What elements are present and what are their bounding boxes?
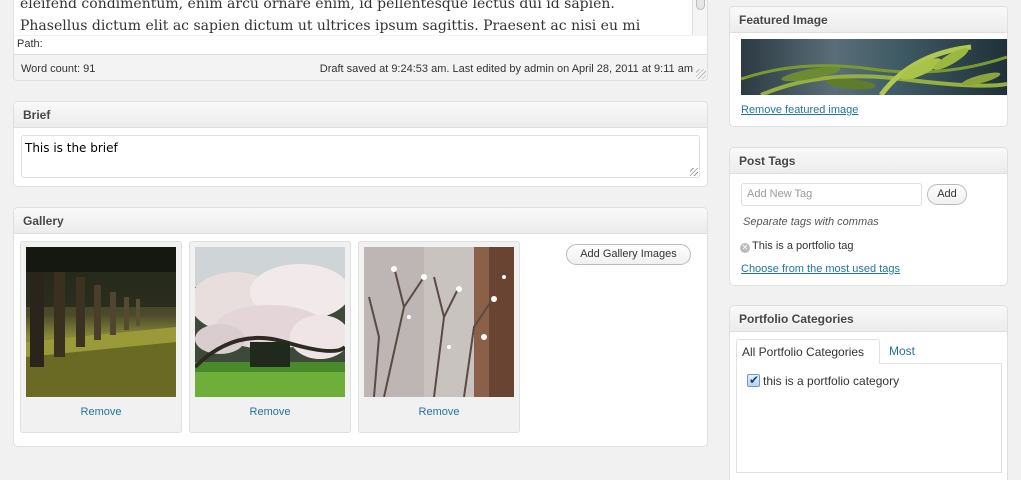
- choose-most-used-tags-link[interactable]: Choose from the most used tags: [741, 263, 900, 275]
- remove-gallery-image-link[interactable]: Remove: [190, 406, 350, 418]
- draft-saved-status: Draft saved at 9:24:53 am. Last edited b…: [319, 63, 693, 75]
- gallery-box: Gallery Remove Remove Remove Add Gallery…: [13, 207, 708, 447]
- post-tags-title[interactable]: Post Tags: [730, 148, 1007, 174]
- editor-text-line: eleifend condimentum, enim arcu ornare e…: [20, 0, 615, 12]
- remove-gallery-image-link[interactable]: Remove: [21, 406, 181, 418]
- brief-title[interactable]: Brief: [14, 102, 707, 128]
- category-item: this is a portfolio category: [747, 372, 899, 389]
- editor-scrollbar[interactable]: [692, 0, 707, 35]
- brief-box: Brief This is the brief: [13, 101, 708, 187]
- textarea-resize-handle[interactable]: [690, 168, 698, 176]
- gallery-item: Remove: [20, 241, 182, 433]
- editor-text-line: Phasellus dictum elit ac sapien dictum u…: [20, 18, 641, 34]
- featured-image-box: Featured Image Remove featured image: [729, 6, 1008, 127]
- tree-lined-path-photo: [26, 247, 176, 397]
- tag-item: ✕ This is a portfolio tag: [740, 240, 854, 253]
- portfolio-categories-title[interactable]: Portfolio Categories: [730, 306, 1007, 332]
- tag-label: This is a portfolio tag: [752, 240, 854, 252]
- tab-most-used[interactable]: Most Used: [884, 339, 922, 383]
- snowy-branches-photo: [364, 247, 514, 397]
- tags-hint: Separate tags with commas: [743, 216, 879, 228]
- editor-path: Path:: [14, 36, 707, 55]
- add-tag-button[interactable]: Add: [927, 184, 967, 205]
- word-count: Word count: 91: [21, 63, 96, 75]
- brief-textarea[interactable]: This is the brief: [21, 135, 700, 178]
- new-tag-input[interactable]: Add New Tag: [741, 183, 922, 206]
- scrollbar-thumb[interactable]: [696, 0, 705, 10]
- category-checklist: this is a portfolio category: [736, 363, 1002, 473]
- remove-gallery-image-link[interactable]: Remove: [359, 406, 519, 418]
- gallery-title[interactable]: Gallery: [14, 208, 707, 234]
- cherry-blossom-photo: [195, 247, 345, 397]
- remove-tag-icon[interactable]: ✕: [740, 243, 750, 253]
- fern-leaves-photo[interactable]: [741, 39, 1007, 95]
- editor-content-area[interactable]: eleifend condimentum, enim arcu ornare e…: [14, 0, 707, 35]
- editor-status-bar: Word count: 91 Draft saved at 9:24:53 am…: [14, 58, 707, 80]
- category-checkbox[interactable]: [747, 372, 760, 388]
- category-label[interactable]: this is a portfolio category: [763, 374, 899, 388]
- gallery-item: Remove: [358, 241, 520, 433]
- post-editor: eleifend condimentum, enim arcu ornare e…: [13, 0, 708, 81]
- gallery-item: Remove: [189, 241, 351, 433]
- add-gallery-images-button[interactable]: Add Gallery Images: [566, 244, 691, 265]
- portfolio-categories-box: Portfolio Categories All Portfolio Categ…: [729, 305, 1008, 480]
- featured-image-title[interactable]: Featured Image: [730, 7, 1007, 33]
- post-tags-box: Post Tags Add New Tag Add Separate tags …: [729, 147, 1008, 286]
- editor-resize-handle[interactable]: [696, 69, 706, 79]
- remove-featured-image-link[interactable]: Remove featured image: [741, 104, 858, 116]
- tab-all-portfolio-categories[interactable]: All Portfolio Categories: [736, 339, 880, 364]
